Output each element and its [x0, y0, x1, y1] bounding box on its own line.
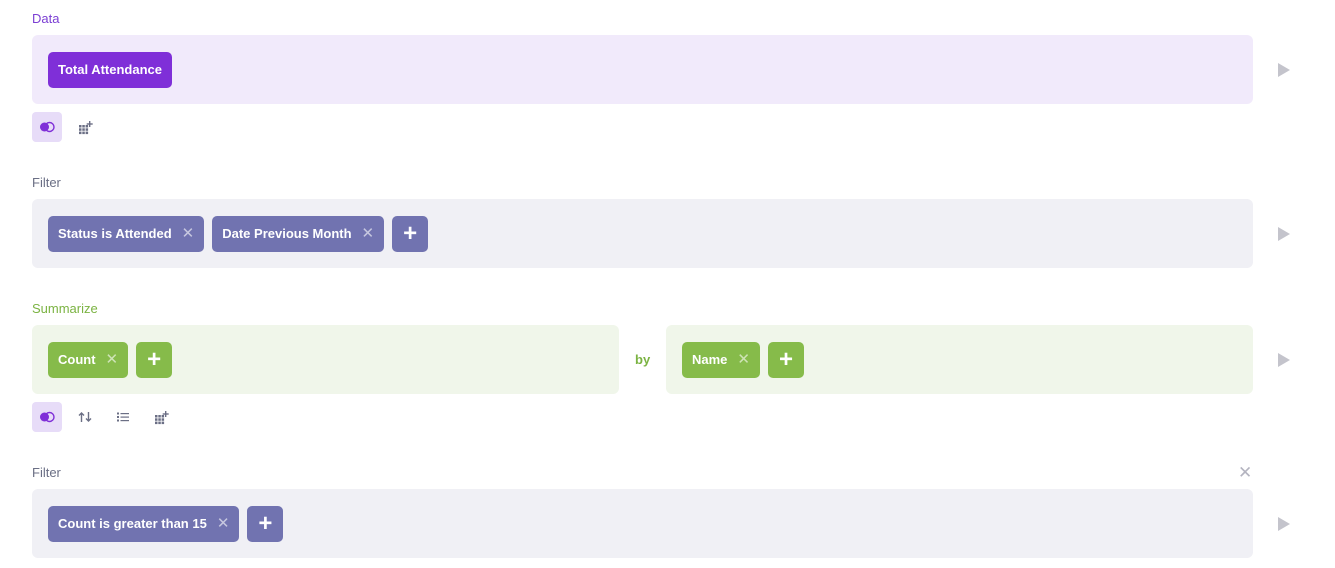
filter-chip-label: Status is Attended [58, 226, 172, 241]
join-icon [40, 411, 55, 423]
data-section-label: Data [32, 11, 60, 26]
add-filter-button[interactable]: + [247, 505, 284, 542]
sort-button[interactable] [70, 402, 100, 432]
remove-icon[interactable]: ✕ [106, 352, 119, 367]
metric-chip[interactable]: Count ✕ [48, 341, 129, 378]
grid-add-icon [155, 411, 169, 425]
sort-icon [78, 412, 92, 422]
metric-chip-label: Count [58, 352, 96, 367]
remove-icon[interactable]: ✕ [217, 516, 230, 531]
filter-chip[interactable]: Count is greater than 15 ✕ [48, 505, 240, 542]
by-label: by [635, 352, 651, 367]
join-data-button[interactable] [32, 402, 62, 432]
limit-button[interactable] [108, 402, 138, 432]
summarize-groupings-panel: Name ✕ + [666, 325, 1253, 394]
add-metric-button[interactable]: + [136, 341, 173, 378]
add-grouping-button[interactable]: + [768, 341, 804, 378]
post-filter-preview-play-icon[interactable] [1278, 517, 1290, 531]
filter-chip-label: Count is greater than 15 [58, 516, 207, 531]
data-source-chip[interactable]: Total Attendance [48, 51, 173, 88]
summarize-step-toolbar [32, 402, 176, 432]
filter-section-label: Filter [32, 175, 61, 190]
remove-icon[interactable]: ✕ [362, 226, 375, 241]
grouping-chip-label: Name [692, 352, 728, 367]
add-filter-button[interactable]: + [392, 215, 429, 252]
list-icon [117, 412, 129, 422]
join-data-button[interactable] [32, 112, 62, 142]
data-step-toolbar [32, 112, 100, 142]
post-filter-step-panel: Count is greater than 15 ✕ + [32, 489, 1253, 558]
grouping-chip[interactable]: Name ✕ [682, 341, 760, 378]
filter-chip[interactable]: Date Previous Month ✕ [212, 215, 385, 252]
summarize-preview-play-icon[interactable] [1278, 353, 1290, 367]
custom-column-button[interactable] [146, 402, 176, 432]
remove-icon[interactable]: ✕ [182, 226, 195, 241]
join-icon [40, 121, 55, 133]
data-step-panel[interactable]: Total Attendance [32, 35, 1253, 104]
data-preview-play-icon[interactable] [1278, 63, 1290, 77]
summarize-metrics-panel: Count ✕ + [32, 325, 619, 394]
data-source-label: Total Attendance [58, 62, 163, 77]
remove-step-close-icon[interactable]: ✕ [1238, 464, 1252, 481]
grid-add-icon [79, 121, 93, 135]
remove-icon[interactable]: ✕ [737, 352, 750, 367]
summarize-section-label: Summarize [32, 301, 98, 316]
post-filter-section-label: Filter [32, 465, 61, 480]
filter-chip-label: Date Previous Month [222, 226, 352, 241]
filter-preview-play-icon[interactable] [1278, 227, 1290, 241]
custom-column-button[interactable] [70, 112, 100, 142]
filter-step-panel: Status is Attended ✕ Date Previous Month… [32, 199, 1253, 268]
filter-chip[interactable]: Status is Attended ✕ [48, 215, 205, 252]
